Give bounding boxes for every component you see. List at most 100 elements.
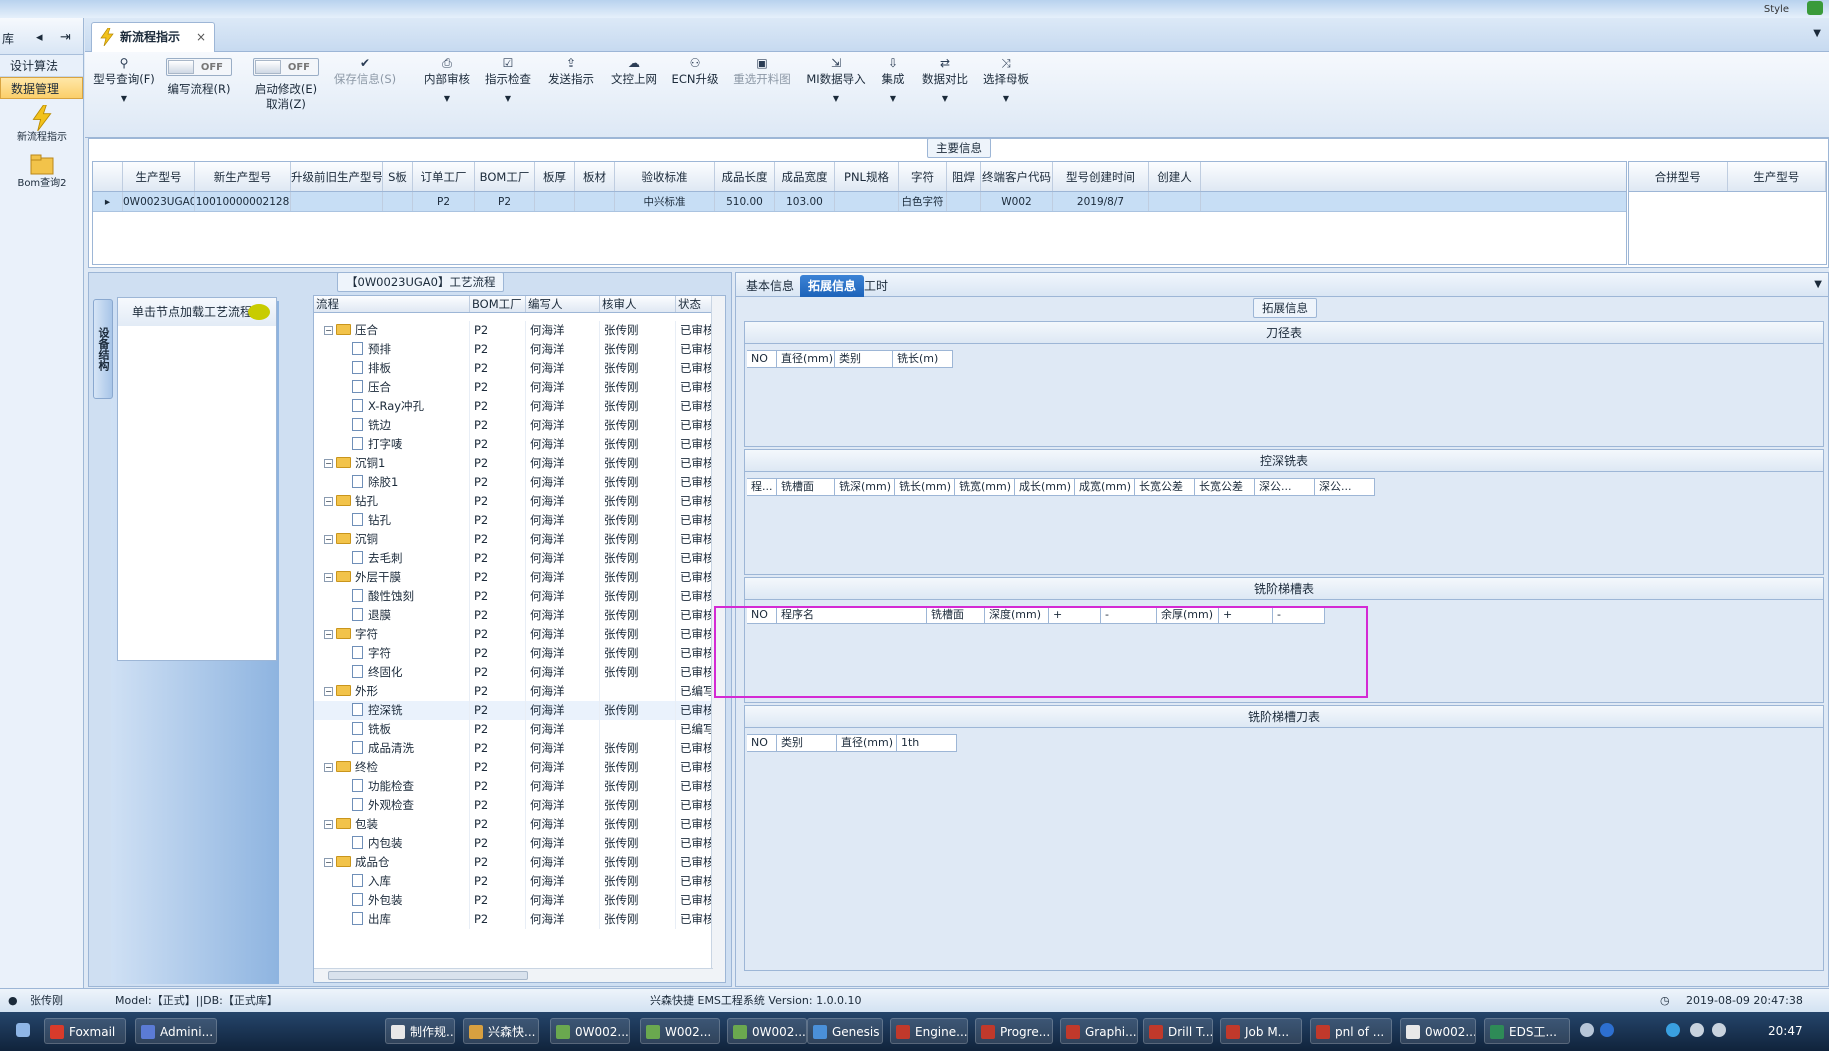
table-cell[interactable]: 2019/8/7 — [1053, 192, 1149, 211]
tree-row[interactable]: − 成品仓 P2 何海洋 张传刚 已审核 — [314, 853, 725, 872]
toolbar-button-0[interactable]: ⚲ 型号查询(F) ▼ — [84, 56, 164, 106]
tree-row[interactable]: 终固化 P2 何海洋 张传刚 已审核 — [314, 663, 725, 682]
table-cell[interactable]: 中兴标准 — [615, 192, 715, 211]
tree-row[interactable]: 铣板 P2 何海洋 已编写 — [314, 720, 725, 739]
table-cell[interactable] — [535, 192, 575, 211]
tree-row[interactable]: − 压合 P2 何海洋 张传刚 已审核 — [314, 321, 725, 340]
dropdown-arrow-icon[interactable]: ▼ — [468, 91, 548, 106]
tree-row[interactable]: 字符 P2 何海洋 张传刚 已审核 — [314, 644, 725, 663]
tree-column-header[interactable]: 状态 — [676, 296, 712, 312]
tree-node[interactable]: 压合 — [314, 378, 470, 397]
column-header[interactable]: 终端客户代码 — [981, 162, 1053, 191]
taskbar-button[interactable]: Engine... — [890, 1018, 968, 1044]
tree-row[interactable]: − 沉铜 P2 何海洋 张传刚 已审核 — [314, 530, 725, 549]
taskbar-button[interactable]: Drill T... — [1143, 1018, 1213, 1044]
tab-detail-1[interactable]: 拓展信息 — [800, 275, 865, 297]
tree-row[interactable]: 外包装 P2 何海洋 张传刚 已审核 — [314, 891, 725, 910]
column-header[interactable]: BOM工厂 — [475, 162, 535, 191]
taskbar-button[interactable]: W002... — [640, 1018, 720, 1044]
tree-row[interactable]: − 沉铜1 P2 何海洋 张传刚 已审核 — [314, 454, 725, 473]
taskbar-button[interactable]: Admini... — [135, 1018, 217, 1044]
collapse-icon[interactable]: − — [324, 630, 333, 639]
column-header[interactable]: 订单工厂 — [413, 162, 475, 191]
taskbar-button[interactable]: Job M... — [1220, 1018, 1302, 1044]
scroll-thumb[interactable] — [328, 971, 528, 980]
toolbar-button-2[interactable]: OFF 启动修改(E) 取消(Z) — [246, 56, 326, 112]
tree-column-header[interactable]: 流程 — [314, 296, 470, 312]
explorer-icon[interactable] — [16, 1023, 30, 1037]
tree-row[interactable]: 去毛刺 P2 何海洋 张传刚 已审核 — [314, 549, 725, 568]
table-cell[interactable]: 510.00 — [715, 192, 775, 211]
tree-node[interactable]: 功能检查 — [314, 777, 470, 796]
dropdown-arrow-icon[interactable]: ▼ — [84, 91, 164, 106]
tree-row[interactable]: − 包装 P2 何海洋 张传刚 已审核 — [314, 815, 725, 834]
tree-node[interactable]: − 沉铜1 — [314, 454, 470, 473]
column-header[interactable]: PNL规格 — [835, 162, 899, 191]
tree-node[interactable]: 控深铣 — [314, 701, 470, 720]
tree-row[interactable]: − 终检 P2 何海洋 张传刚 已审核 — [314, 758, 725, 777]
toolbar-button-9[interactable]: ▣ 重选开料图 — [722, 56, 802, 87]
tree-column-header[interactable]: BOM工厂 — [470, 296, 526, 312]
tree-row[interactable]: 预排 P2 何海洋 张传刚 已审核 — [314, 340, 725, 359]
taskbar-button[interactable]: 0W002... — [550, 1018, 630, 1044]
tree-node[interactable]: − 钻孔 — [314, 492, 470, 511]
column-header[interactable]: 验收标准 — [615, 162, 715, 191]
tree-row[interactable]: 压合 P2 何海洋 张传刚 已审核 — [314, 378, 725, 397]
tree-row[interactable]: 内包装 P2 何海洋 张传刚 已审核 — [314, 834, 725, 853]
tree-node[interactable]: 打字唛 — [314, 435, 470, 454]
toggle-switch[interactable]: OFF — [253, 58, 319, 76]
sub-table-column[interactable]: 类别 — [835, 351, 893, 367]
column-header[interactable]: 阻焊 — [947, 162, 981, 191]
keyboard-icon[interactable] — [1580, 1023, 1594, 1037]
taskbar-button[interactable]: 0W002... — [727, 1018, 807, 1044]
tree-node[interactable]: 铣板 — [314, 720, 470, 739]
sub-table-column[interactable]: 长宽公差 — [1195, 479, 1255, 495]
tree-node[interactable]: − 压合 — [314, 321, 470, 340]
sub-table-column[interactable]: 类别 — [777, 735, 837, 751]
sub-table-column[interactable]: NO — [747, 351, 777, 367]
column-header[interactable]: 字符 — [899, 162, 947, 191]
tree-node[interactable]: − 外形 — [314, 682, 470, 701]
taskbar-button[interactable]: 制作规... — [385, 1018, 455, 1044]
tree-node[interactable]: X-Ray冲孔 — [314, 397, 470, 416]
tree-node[interactable]: 预排 — [314, 340, 470, 359]
table-cell[interactable] — [575, 192, 615, 211]
tree-row[interactable]: 钻孔 P2 何海洋 张传刚 已审核 — [314, 511, 725, 530]
tree-row[interactable]: 除胶1 P2 何海洋 张传刚 已审核 — [314, 473, 725, 492]
tab-new-flow-instruction[interactable]: 新流程指示 × — [91, 22, 215, 52]
help-icon[interactable] — [1600, 1023, 1614, 1037]
tree-row[interactable]: 酸性蚀刻 P2 何海洋 张传刚 已审核 — [314, 587, 725, 606]
column-header[interactable]: 板材 — [575, 162, 615, 191]
sub-table-column[interactable]: 铣宽(mm) — [955, 479, 1015, 495]
tree-column-header[interactable]: 编写人 — [526, 296, 600, 312]
column-header[interactable]: 生产型号 — [123, 162, 195, 191]
tree-node[interactable]: 退膜 — [314, 606, 470, 625]
tree-node[interactable]: − 字符 — [314, 625, 470, 644]
toolbar-button-13[interactable]: ⤨ 选择母板 ▼ — [966, 56, 1046, 106]
tab-detail-0[interactable]: 基本信息 — [738, 275, 802, 297]
tree-node[interactable]: 铣边 — [314, 416, 470, 435]
toggle-switch[interactable]: OFF — [166, 58, 232, 76]
column-header[interactable]: 型号创建时间 — [1053, 162, 1149, 191]
column-header[interactable]: 新生产型号 — [195, 162, 291, 191]
collapse-icon[interactable]: − — [324, 763, 333, 772]
tree-column-header[interactable]: 核审人 — [600, 296, 676, 312]
sub-table-column[interactable]: 成宽(mm) — [1075, 479, 1135, 495]
collapse-icon[interactable]: − — [324, 459, 333, 468]
table-cell[interactable] — [1149, 192, 1201, 211]
collapse-left-icon[interactable]: ◂ — [36, 30, 43, 45]
tab-list-dropdown-icon[interactable]: ▼ — [1813, 28, 1821, 39]
collapse-icon[interactable]: − — [324, 326, 333, 335]
dropdown-arrow-icon[interactable]: ▼ — [966, 91, 1046, 106]
tree-node[interactable]: 外观检查 — [314, 796, 470, 815]
volume-icon[interactable] — [1712, 1023, 1726, 1037]
collapse-icon[interactable]: − — [324, 497, 333, 506]
tree-node[interactable]: 入库 — [314, 872, 470, 891]
close-tab-icon[interactable]: × — [196, 23, 206, 51]
sub-table-column[interactable]: 长宽公差 — [1135, 479, 1195, 495]
tree-row[interactable]: 退膜 P2 何海洋 张传刚 已审核 — [314, 606, 725, 625]
sub-table-column[interactable]: 铣长(mm) — [895, 479, 955, 495]
column-header[interactable]: 升级前旧生产型号 — [291, 162, 383, 191]
taskbar-button[interactable]: Foxmail — [44, 1018, 126, 1044]
tree-row[interactable]: 外观检查 P2 何海洋 张传刚 已审核 — [314, 796, 725, 815]
